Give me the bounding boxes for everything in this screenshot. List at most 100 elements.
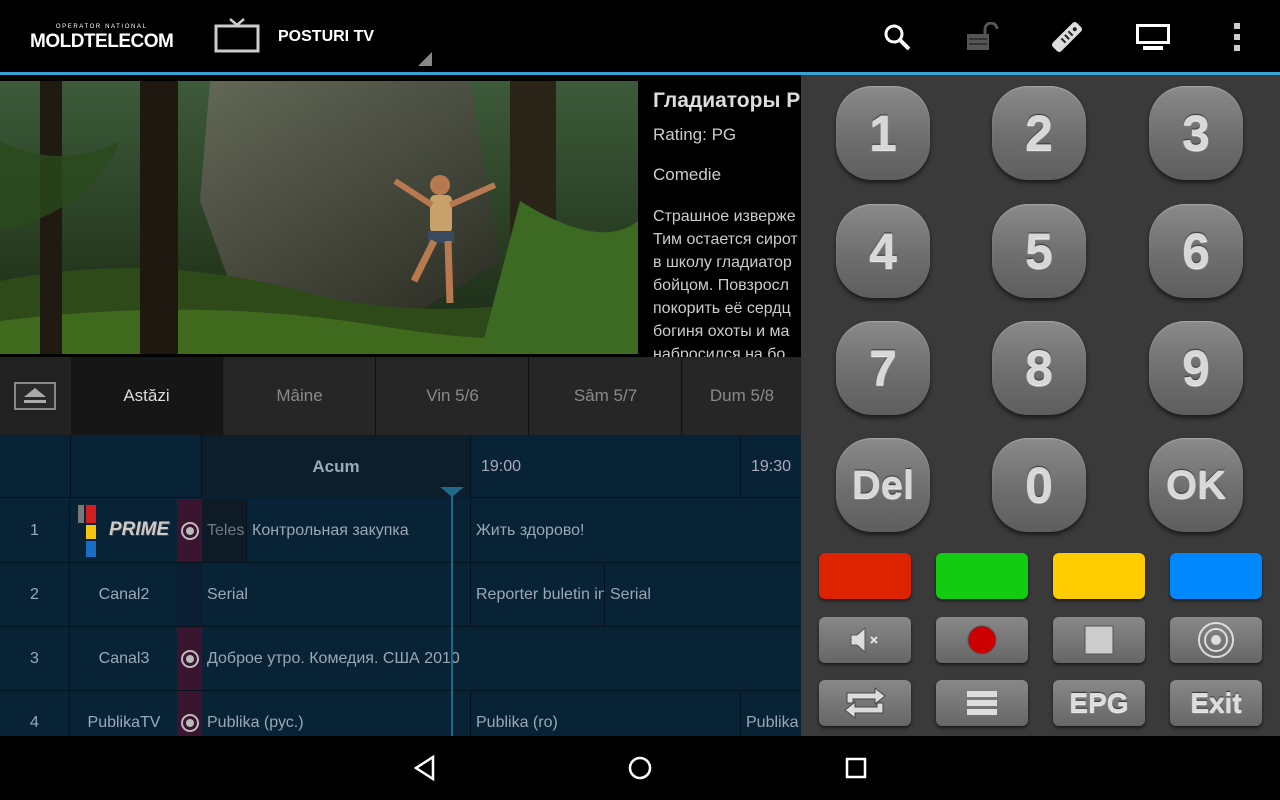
tab-maine[interactable]: Mâine (224, 357, 376, 435)
key-3[interactable]: 3 (1149, 86, 1243, 180)
record-target-icon (180, 649, 199, 668)
overflow-menu-icon[interactable] (1220, 20, 1254, 54)
key-ok[interactable]: OK (1149, 438, 1243, 532)
dropdown-indicator-icon[interactable] (418, 52, 432, 66)
program-cell[interactable]: Publika (рус.) (202, 691, 470, 736)
program-cell[interactable]: Publika (ro) (470, 691, 740, 736)
record-button[interactable] (936, 617, 1028, 663)
logo-title: MOLDTELECOM (30, 31, 174, 52)
app-root: OPERATOR NATIONAL MOLDTELECOM POSTURI TV (0, 0, 1280, 800)
record-indicator[interactable] (177, 563, 202, 626)
program-title: Гладиаторы Р (653, 89, 801, 112)
record-target-icon (180, 713, 199, 732)
channel-name: Canal3 (98, 649, 150, 667)
record-indicator[interactable] (177, 627, 202, 690)
stop-icon (1084, 625, 1114, 655)
channel-name: PublikaTV (87, 713, 161, 731)
program-cell[interactable]: Доброе утро. Комедия. США 2010 (202, 627, 801, 690)
tab-vin[interactable]: Vin 5/6 (377, 357, 529, 435)
channel-number: 2 (0, 563, 70, 626)
channel-row[interactable]: 4 PublikaTV Publika (рус.) Publika (ro) … (0, 691, 801, 736)
tab-sam[interactable]: Sâm 5/7 (530, 357, 682, 435)
program-genre: Comedie (653, 165, 722, 184)
program-cell[interactable]: Контрольная закупка (246, 499, 470, 562)
channel-row[interactable]: 1 PRIME Teles Контрольная закупка Жить з… (0, 499, 801, 563)
remote-icon[interactable] (1050, 20, 1084, 54)
video-preview[interactable] (0, 81, 638, 354)
logo-subtitle: OPERATOR NATIONAL (55, 24, 148, 30)
tab-dum[interactable]: Dum 5/8 (683, 357, 801, 435)
swap-button[interactable] (819, 680, 911, 726)
program-info-panel: Гладиаторы Р Rating: PG Comedie Страшное… (638, 75, 801, 357)
program-cell[interactable]: Teles (202, 499, 246, 562)
now-label: Acum (202, 435, 470, 498)
header-num-cell (0, 435, 71, 498)
logo: OPERATOR NATIONAL MOLDTELECOM (30, 24, 174, 53)
channel-logo: PRIME (71, 499, 177, 562)
day-tabs: Astăzi Mâine Vin 5/6 Sâm 5/7 Dum 5/8 (0, 357, 801, 435)
key-0[interactable]: 0 (992, 438, 1086, 532)
swap-icon (844, 686, 886, 720)
blue-button[interactable] (1170, 553, 1262, 599)
tv-icon[interactable] (214, 17, 260, 53)
time-header: Acum 19:00 19:30 (0, 435, 801, 498)
collapse-video-button[interactable] (0, 357, 70, 435)
program-cell[interactable]: Publika (740, 691, 801, 736)
home-icon[interactable] (622, 750, 658, 786)
recents-icon[interactable] (838, 750, 874, 786)
stop-button[interactable] (1053, 617, 1145, 663)
eject-icon (14, 382, 56, 410)
key-del[interactable]: Del (836, 438, 930, 532)
key-5[interactable]: 5 (992, 204, 1086, 298)
current-time-line (451, 490, 453, 736)
program-description: Страшное изверже Тим остается сирот в шк… (653, 208, 798, 357)
channel-row[interactable]: 2 Canal2 Serial Reporter buletin in Seri… (0, 563, 801, 627)
system-navigation-bar (0, 736, 1280, 800)
key-2[interactable]: 2 (992, 86, 1086, 180)
program-rating: Rating: PG (653, 125, 737, 144)
menu-icon (967, 691, 997, 715)
back-icon[interactable] (407, 750, 443, 786)
key-8[interactable]: 8 (992, 321, 1086, 415)
record-indicator[interactable] (177, 691, 202, 736)
broadcast-button[interactable] (1170, 617, 1262, 663)
green-button[interactable] (936, 553, 1028, 599)
channel-name: Canal2 (98, 585, 150, 603)
channel-name: PRIME (109, 519, 170, 540)
channel-number: 1 (0, 499, 70, 562)
epg-grid: Acum 19:00 19:30 1 PRIME Teles Контрольн… (0, 435, 801, 736)
program-cell[interactable]: Reporter buletin in (470, 563, 604, 626)
mute-icon (850, 626, 878, 654)
time-slot-1930: 19:30 (740, 435, 801, 498)
screen-title[interactable]: POSTURI TV (278, 28, 374, 46)
tab-astazi[interactable]: Astăzi (71, 357, 223, 435)
action-bar: OPERATOR NATIONAL MOLDTELECOM POSTURI TV (0, 0, 1280, 72)
yellow-button[interactable] (1053, 553, 1145, 599)
program-cell[interactable]: Жить здорово! (470, 499, 801, 562)
current-time-marker-icon (440, 487, 464, 497)
key-9[interactable]: 9 (1149, 321, 1243, 415)
channel-number: 3 (0, 627, 70, 690)
mute-button[interactable] (819, 617, 911, 663)
program-cell[interactable]: Serial (604, 563, 801, 626)
channel-number: 4 (0, 691, 70, 736)
program-cell[interactable]: Serial (202, 563, 470, 626)
broadcast-icon (1198, 622, 1234, 658)
epg-button[interactable]: EPG (1053, 680, 1145, 726)
record-target-icon (180, 521, 199, 540)
record-indicator[interactable] (177, 499, 202, 562)
red-button[interactable] (819, 553, 911, 599)
key-1[interactable]: 1 (836, 86, 930, 180)
header-channel-cell (71, 435, 202, 498)
key-7[interactable]: 7 (836, 321, 930, 415)
remote-control-panel: 1 2 3 4 5 6 7 8 9 Del 0 OK EPG Exit (801, 75, 1280, 736)
key-6[interactable]: 6 (1149, 204, 1243, 298)
exit-button[interactable]: Exit (1170, 680, 1262, 726)
record-icon (967, 625, 997, 655)
menu-button[interactable] (936, 680, 1028, 726)
key-4[interactable]: 4 (836, 204, 930, 298)
search-icon[interactable] (880, 20, 914, 54)
screen-icon[interactable] (1135, 20, 1171, 54)
channel-row[interactable]: 3 Canal3 Доброе утро. Комедия. США 2010 (0, 627, 801, 691)
unlock-icon[interactable] (965, 20, 999, 54)
